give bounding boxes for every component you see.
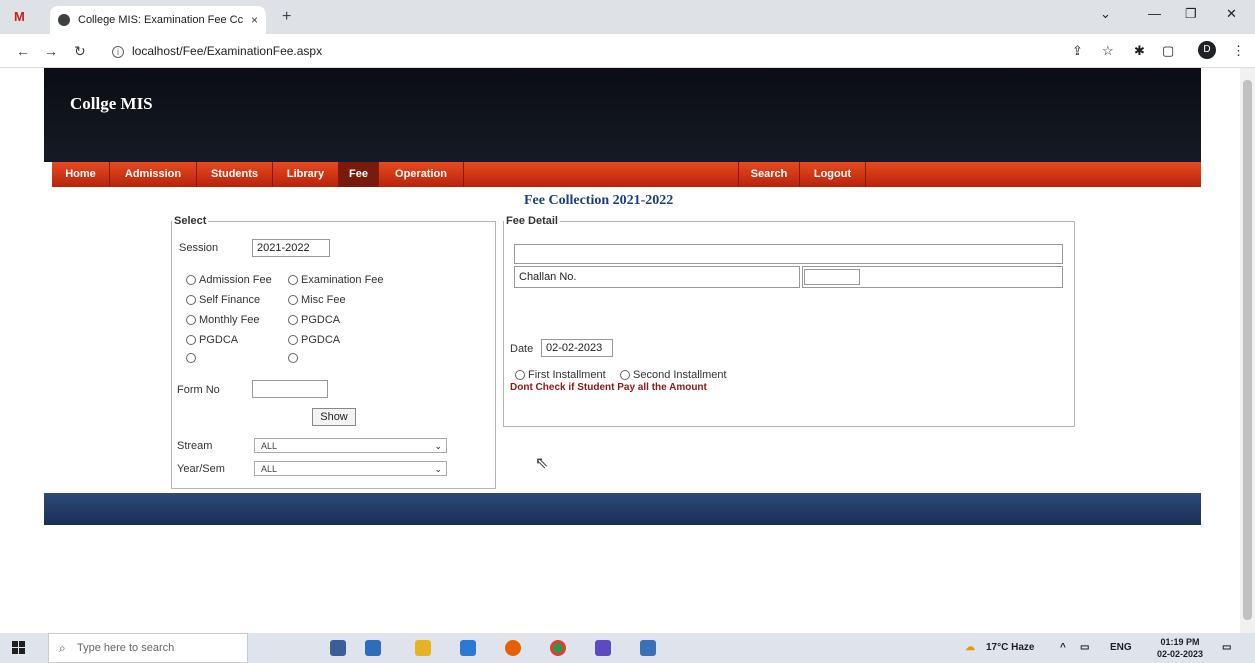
tab-title: College MIS: Examination Fee Cc xyxy=(78,14,244,26)
form-no-input[interactable] xyxy=(252,380,328,398)
year-sem-label: Year/Sem xyxy=(177,463,225,475)
url-text: localhost/Fee/ExaminationFee.aspx xyxy=(132,44,323,58)
scrollbar-thumb[interactable] xyxy=(1243,80,1252,620)
store-icon[interactable] xyxy=(365,640,381,656)
profile-avatar[interactable]: D xyxy=(1198,41,1216,59)
firefox-icon[interactable] xyxy=(505,640,521,656)
menu-fee[interactable]: Fee xyxy=(339,162,379,187)
app-icon[interactable] xyxy=(640,640,656,656)
stream-select[interactable]: ALL ⌄ xyxy=(254,438,447,453)
reload-icon[interactable]: ↻ xyxy=(74,43,86,60)
date-input[interactable]: 02-02-2023 xyxy=(541,339,613,357)
fee-detail-legend: Fee Detail xyxy=(506,215,558,227)
examination-fee-radio[interactable]: Examination Fee xyxy=(288,274,384,286)
monthly-fee-radio[interactable]: Monthly Fee xyxy=(186,314,260,326)
network-icon[interactable]: ▭ xyxy=(1080,642,1089,653)
minimize-icon[interactable]: — xyxy=(1148,6,1161,21)
language-indicator[interactable]: ENG xyxy=(1110,642,1132,653)
challan-no-label: Challan No. xyxy=(514,266,800,288)
task-view-icon[interactable] xyxy=(330,640,346,656)
fee-detail-row-top xyxy=(514,244,1063,264)
menu-admission[interactable]: Admission xyxy=(110,162,197,187)
back-icon[interactable]: ← xyxy=(16,43,30,59)
select-legend: Select xyxy=(174,215,207,227)
file-explorer-icon[interactable] xyxy=(415,640,431,656)
site-info-icon[interactable]: i xyxy=(112,46,124,58)
main-menu-bar: Home Admission Students Library Fee Oper… xyxy=(52,162,1201,187)
mail-icon[interactable] xyxy=(460,640,476,656)
self-finance-radio[interactable]: Self Finance xyxy=(186,294,260,306)
second-installment-radio[interactable]: Second Installment xyxy=(620,369,727,381)
blank-radio-1[interactable] xyxy=(186,353,199,363)
stream-label: Stream xyxy=(177,440,213,452)
menu-operation[interactable]: Operation xyxy=(379,162,464,187)
chevron-down-icon: ⌄ xyxy=(434,441,442,451)
site-favicon-icon xyxy=(58,14,70,26)
close-window-icon[interactable]: ✕ xyxy=(1226,6,1237,22)
browser-menu-icon[interactable]: ⋮ xyxy=(1232,43,1245,59)
share-icon[interactable]: ⇪ xyxy=(1072,43,1083,59)
browser-toolbar: ← → ↻ i localhost/Fee/ExaminationFee.aspx… xyxy=(0,34,1255,68)
site-header: Collge MIS xyxy=(44,68,1201,162)
pgdca-radio-1[interactable]: PGDCA xyxy=(288,314,340,326)
browser-tab-strip: M College MIS: Examination Fee Cc × + ⌄ … xyxy=(0,0,1255,34)
extensions-icon[interactable]: ✱ xyxy=(1134,43,1145,59)
misc-fee-radio[interactable]: Misc Fee xyxy=(288,294,346,306)
windows-start-icon[interactable] xyxy=(12,641,25,654)
date-label: Date xyxy=(510,343,534,355)
address-bar[interactable]: i localhost/Fee/ExaminationFee.aspx xyxy=(112,44,322,58)
pgdca-radio-2[interactable]: PGDCA xyxy=(186,334,238,346)
new-tab-icon[interactable]: + xyxy=(282,8,291,26)
admission-fee-radio[interactable]: Admission Fee xyxy=(186,274,272,286)
forward-icon[interactable]: → xyxy=(44,43,58,59)
taskbar-clock[interactable]: 01:19 PM 02-02-2023 xyxy=(1157,636,1203,660)
restore-icon[interactable]: ❐ xyxy=(1185,6,1197,22)
mouse-cursor-icon: ⇖ xyxy=(535,455,549,472)
session-label: Session xyxy=(179,242,219,254)
chrome-icon[interactable] xyxy=(550,640,566,656)
page-viewport: Collge MIS Home Admission Students Libra… xyxy=(0,68,1240,633)
visual-studio-icon[interactable] xyxy=(595,640,611,656)
clock-date: 02-02-2023 xyxy=(1157,649,1204,659)
menu-search[interactable]: Search xyxy=(738,162,800,187)
installment-warning: Dont Check if Student Pay all the Amount xyxy=(510,382,707,393)
site-footer xyxy=(44,493,1201,525)
tray-chevron-icon[interactable]: ^ xyxy=(1060,642,1066,653)
year-sem-select[interactable]: ALL ⌄ xyxy=(254,461,447,476)
weather-icon: ☁ xyxy=(965,642,975,653)
form-no-label: Form No xyxy=(177,384,220,396)
active-tab[interactable]: College MIS: Examination Fee Cc × xyxy=(50,6,266,34)
show-button[interactable]: Show xyxy=(312,408,356,426)
tab-close-icon[interactable]: × xyxy=(251,13,258,27)
weather-text[interactable]: 17°C Haze xyxy=(986,642,1034,653)
windows-taskbar: ⌕ Type here to search ☁ 17°C Haze ^ ▭ ENG… xyxy=(0,633,1255,663)
menu-library[interactable]: Library xyxy=(273,162,339,187)
bookmark-star-icon[interactable]: ☆ xyxy=(1102,43,1114,59)
first-installment-radio[interactable]: First Installment xyxy=(515,369,606,381)
notification-icon[interactable]: ▭ xyxy=(1222,642,1231,653)
site-brand: Collge MIS xyxy=(70,94,153,113)
page-title: Fee Collection 2021-2022 xyxy=(524,193,674,208)
tab-search-icon[interactable]: ⌄ xyxy=(1100,6,1111,22)
menu-home[interactable]: Home xyxy=(52,162,110,187)
gmail-tab-icon[interactable]: M xyxy=(14,9,25,24)
chevron-down-icon: ⌄ xyxy=(434,464,442,474)
blank-radio-2[interactable] xyxy=(288,353,301,363)
clock-time: 01:19 PM xyxy=(1160,637,1200,647)
challan-no-input[interactable] xyxy=(804,269,860,285)
session-field[interactable]: 2021-2022 xyxy=(252,239,330,257)
menu-students[interactable]: Students xyxy=(197,162,273,187)
pgdca-radio-3[interactable]: PGDCA xyxy=(288,334,340,346)
side-panel-icon[interactable]: ▢ xyxy=(1162,43,1174,59)
taskbar-search[interactable]: ⌕ Type here to search xyxy=(48,633,248,663)
search-icon: ⌕ xyxy=(59,641,66,655)
menu-logout[interactable]: Logout xyxy=(800,162,866,187)
content-area: Fee Collection 2021-2022 Select Session … xyxy=(44,187,1201,493)
